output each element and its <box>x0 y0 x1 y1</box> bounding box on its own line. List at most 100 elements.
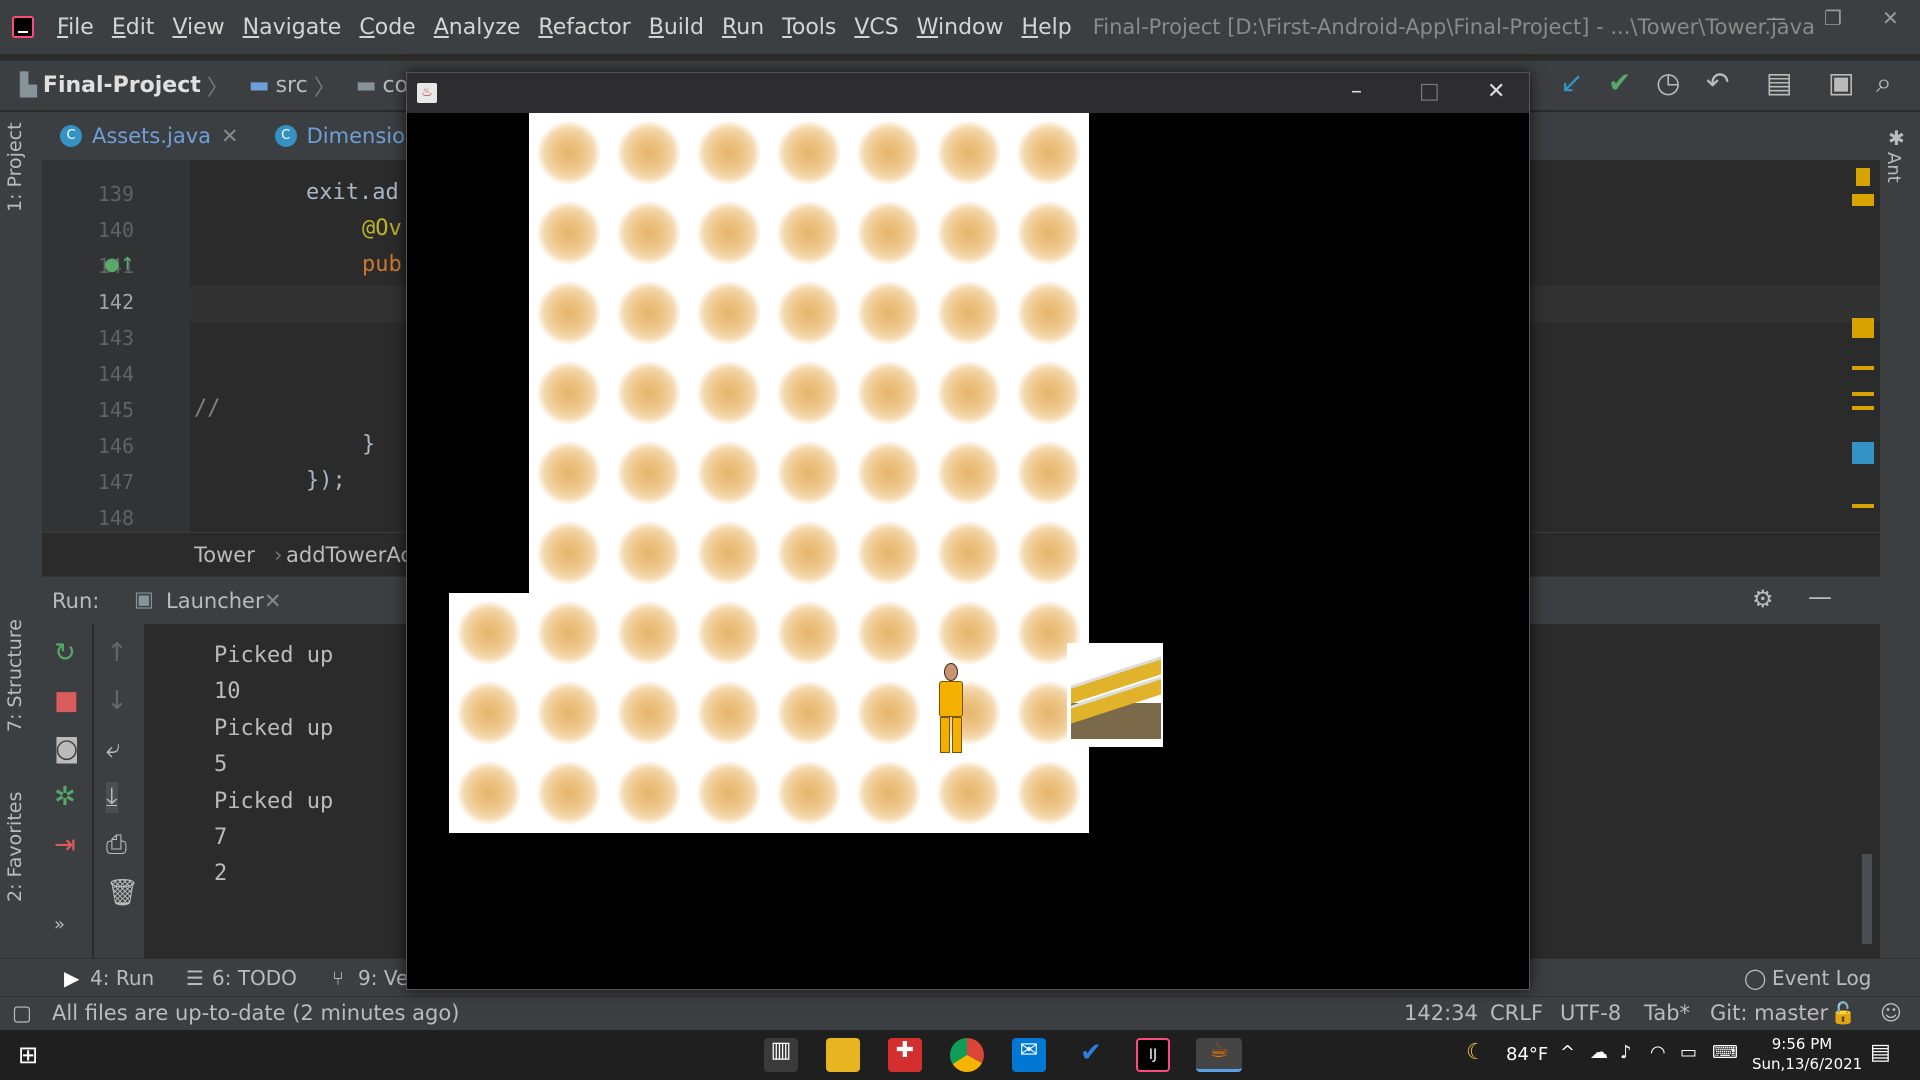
clock[interactable]: 9:56 PM Sun,13/6/2021 <box>1752 1034 1862 1074</box>
menu-view[interactable]: View <box>163 15 233 40</box>
error-stripe-marker[interactable] <box>1852 406 1874 410</box>
menu-help[interactable]: Help <box>1013 15 1081 40</box>
restore-icon[interactable]: ❐ <box>1824 6 1842 30</box>
caret-position[interactable]: 142:34 <box>1404 1001 1478 1025</box>
hide-icon[interactable]: — <box>1808 583 1832 611</box>
breadcrumb-src[interactable]: ▬ src 〉 <box>235 70 336 102</box>
menu-run[interactable]: Run <box>713 15 773 40</box>
tab-structure[interactable]: 7: Structure <box>4 619 26 732</box>
lock-icon[interactable]: 🔓 <box>1830 1001 1856 1026</box>
print-icon[interactable]: ⎙ <box>106 830 127 861</box>
notifications-icon[interactable]: ▤ <box>1870 1040 1891 1065</box>
tab-ant[interactable]: Ant <box>1883 152 1904 183</box>
console-output[interactable]: Picked up 10 Picked up 5 Picked up 7 2 <box>214 638 333 893</box>
close-tab-icon[interactable]: ✕ <box>221 124 239 148</box>
override-marker-icon[interactable]: ●↑ <box>104 254 135 275</box>
menu-build[interactable]: Build <box>640 15 713 40</box>
stop-icon[interactable]: ■ <box>54 686 79 716</box>
exit-icon[interactable]: ⇥ <box>54 830 76 860</box>
status-toggle-icon[interactable]: ▢ <box>12 1001 32 1025</box>
error-stripe-marker[interactable] <box>1852 318 1874 338</box>
close-tab-icon[interactable]: ✕ <box>264 589 282 613</box>
vcs-commit-icon[interactable]: ✔ <box>1608 66 1631 99</box>
menu-window[interactable]: Window <box>908 15 1013 40</box>
breadcrumb-project[interactable]: ▙ Final-Project 〉 <box>6 70 229 102</box>
tab-favorites[interactable]: 2: Favorites <box>4 792 26 902</box>
error-stripe-marker[interactable] <box>1852 392 1874 396</box>
tab-run[interactable]: 4: Run <box>90 966 154 990</box>
run-toolbar: ↻ ■ ◙ ✲ ⇥ » <box>42 624 92 958</box>
battery-icon[interactable]: ▭ <box>1680 1042 1697 1063</box>
run-tab-launcher[interactable]: Launcher <box>166 589 264 613</box>
arrow-down-icon[interactable]: ↓ <box>106 686 128 716</box>
error-stripe-marker[interactable] <box>1856 168 1870 186</box>
minimize-icon[interactable]: — <box>1766 6 1786 30</box>
code-line: pub <box>362 252 402 277</box>
tab-todo[interactable]: 6: TODO <box>212 966 297 990</box>
intellij-taskbar-icon[interactable]: IJ <box>1136 1038 1170 1072</box>
inspector-icon[interactable]: ☺ <box>1880 1001 1902 1025</box>
tab-project[interactable]: 1: Project <box>4 122 26 212</box>
close-icon[interactable]: ✕ <box>1487 79 1505 104</box>
menu-vcs[interactable]: VCS <box>845 15 907 40</box>
more-icon[interactable]: » <box>54 914 65 935</box>
file-explorer-icon[interactable] <box>826 1038 860 1072</box>
trash-icon[interactable]: 🗑 <box>106 878 139 908</box>
chrome-icon[interactable] <box>950 1038 984 1072</box>
indent-setting[interactable]: Tab* <box>1644 1001 1690 1025</box>
error-stripe-marker[interactable] <box>1852 194 1874 206</box>
console-scrollbar[interactable] <box>1862 854 1872 944</box>
store-icon[interactable]: ▥ <box>764 1038 798 1072</box>
gear-icon[interactable]: ⚙ <box>1752 585 1774 613</box>
rerun-icon[interactable]: ↻ <box>54 638 76 668</box>
file-encoding[interactable]: UTF-8 <box>1560 1001 1621 1025</box>
project-structure-icon[interactable]: ▤ <box>1766 66 1792 99</box>
arrow-up-icon[interactable]: ↑ <box>106 638 128 668</box>
mail-icon[interactable]: ✉ <box>1012 1038 1046 1072</box>
weather-temp[interactable]: 84°F <box>1506 1044 1548 1065</box>
git-branch[interactable]: Git: master <box>1710 1001 1828 1025</box>
status-message[interactable]: All files are up-to-date (2 minutes ago) <box>52 1001 459 1025</box>
menu-navigate[interactable]: Navigate <box>234 15 351 40</box>
todo-check-icon[interactable]: ✔ <box>1074 1038 1108 1072</box>
error-stripe-marker[interactable] <box>1852 504 1874 508</box>
menu-refactor[interactable]: Refactor <box>529 15 639 40</box>
scroll-to-end-icon[interactable]: ⤓ <box>106 782 118 813</box>
minimize-icon[interactable]: – <box>1351 79 1362 104</box>
camera-icon[interactable]: ◙ <box>54 734 79 764</box>
sand-tile <box>929 433 1009 513</box>
wifi-icon[interactable]: ◠ <box>1650 1042 1666 1063</box>
onedrive-icon[interactable]: ☁ <box>1590 1042 1608 1063</box>
soft-wrap-icon[interactable]: ⤶ <box>106 734 121 765</box>
search-icon[interactable]: ⌕ <box>1876 66 1892 100</box>
menu-code[interactable]: Code <box>350 15 424 40</box>
maximize-icon[interactable]: □ <box>1419 79 1440 104</box>
error-stripe-marker[interactable] <box>1852 442 1874 464</box>
tab-assets-java[interactable]: C Assets.java ✕ <box>42 112 257 160</box>
breadcrumb-class[interactable]: Tower <box>194 543 255 567</box>
game-titlebar[interactable]: ♨ – □ ✕ <box>407 73 1529 113</box>
error-stripe-marker[interactable] <box>1852 366 1874 370</box>
gift-icon[interactable]: ✚ <box>888 1038 922 1072</box>
history-icon[interactable]: ◷ <box>1656 66 1680 99</box>
tab-version-control[interactable]: 9: Ve <box>358 966 408 990</box>
tab-event-log[interactable]: Event Log <box>1772 966 1871 990</box>
presentation-icon[interactable]: ▣ <box>1828 66 1854 99</box>
menu-analyze[interactable]: Analyze <box>425 15 530 40</box>
close-icon[interactable]: ✕ <box>1882 6 1899 30</box>
tray-chevron-icon[interactable]: ^ <box>1560 1042 1575 1063</box>
volume-icon[interactable]: ♪ <box>1620 1042 1632 1063</box>
keyboard-icon[interactable]: ⌨ <box>1712 1042 1738 1063</box>
rollback-icon[interactable]: ↶ <box>1706 66 1729 99</box>
menu-file[interactable]: File <box>48 15 103 40</box>
line-separator[interactable]: CRLF <box>1490 1001 1543 1025</box>
debug-icon[interactable]: ✲ <box>54 782 76 812</box>
windows-start-icon[interactable]: ⊞ <box>18 1041 38 1069</box>
java-taskbar-icon[interactable]: ☕ <box>1196 1038 1242 1072</box>
game-canvas[interactable] <box>407 113 1529 989</box>
breadcrumb-method[interactable]: addTowerAc <box>286 543 412 567</box>
menu-tools[interactable]: Tools <box>773 15 845 40</box>
menu-edit[interactable]: Edit <box>103 15 164 40</box>
intellij-logo-icon[interactable] <box>12 16 34 38</box>
vcs-update-icon[interactable]: ↙ <box>1560 66 1583 99</box>
